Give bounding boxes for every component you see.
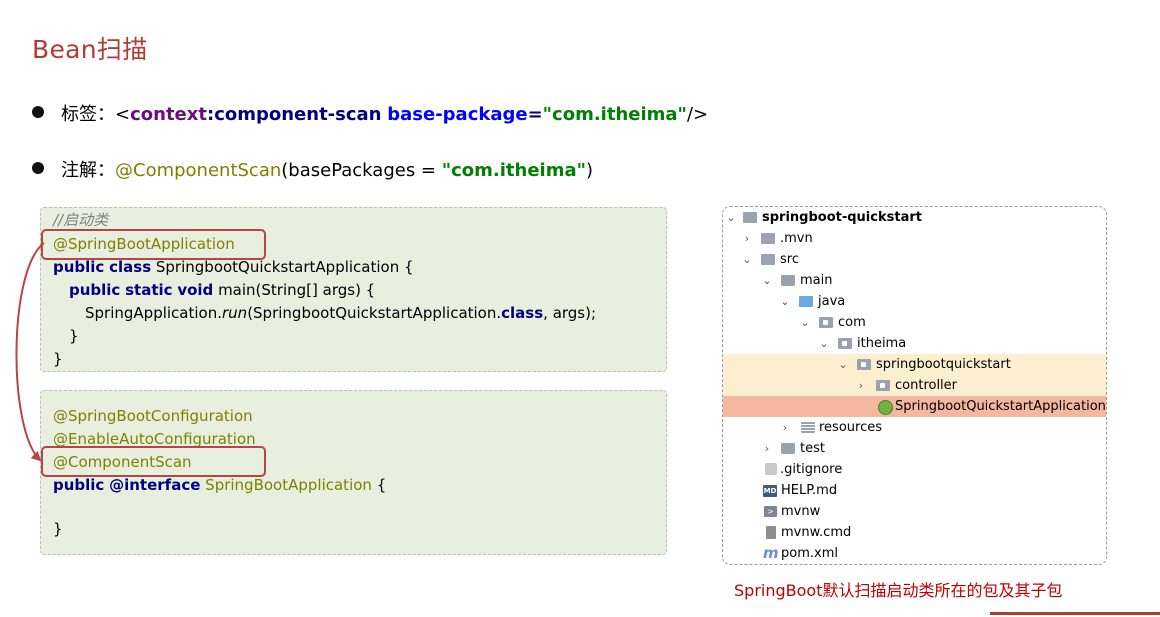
- tree-row-java[interactable]: ⌄ java: [723, 291, 1106, 312]
- tree-row-mvn[interactable]: › .mvn: [723, 228, 1106, 249]
- chevron-down-icon[interactable]: ⌄: [741, 249, 753, 270]
- package-icon: [876, 380, 890, 391]
- gitignore-file-icon: [765, 463, 777, 475]
- tree-label: test: [800, 441, 825, 456]
- project-tree: ⌄ springboot-quickstart › .mvn ⌄ src ⌄ m…: [722, 206, 1107, 565]
- source-folder-icon: [799, 296, 813, 307]
- chevron-right-icon[interactable]: ›: [741, 228, 753, 249]
- tree-label: springboot-quickstart: [762, 210, 922, 225]
- folder-icon: [781, 275, 795, 286]
- folder-icon: [761, 233, 775, 244]
- chevron-down-icon[interactable]: ⌄: [837, 354, 849, 375]
- tree-row-src[interactable]: ⌄ src: [723, 249, 1106, 270]
- tree-row-com[interactable]: ⌄ com: [723, 312, 1106, 333]
- chevron-down-icon[interactable]: ⌄: [818, 333, 830, 354]
- folder-icon: [761, 254, 775, 265]
- tree-row-application-class[interactable]: SpringbootQuickstartApplication: [723, 396, 1106, 417]
- tree-row-test[interactable]: › test: [723, 438, 1106, 459]
- maven-icon: m: [763, 544, 779, 562]
- tree-label: itheima: [857, 336, 907, 351]
- chevron-right-icon[interactable]: ›: [855, 375, 867, 396]
- chevron-right-icon[interactable]: ›: [779, 417, 791, 438]
- tree-row-springbootquickstart[interactable]: ⌄ springbootquickstart: [723, 354, 1106, 375]
- tree-label: resources: [819, 420, 883, 435]
- chevron-down-icon[interactable]: ⌄: [761, 270, 773, 291]
- chevron-down-icon[interactable]: ⌄: [725, 207, 737, 228]
- tree-row-itheima[interactable]: ⌄ itheima: [723, 333, 1106, 354]
- markdown-file-icon: MD: [763, 485, 777, 497]
- tree-label: HELP.md: [781, 483, 838, 498]
- tree-row-gitignore[interactable]: .gitignore: [723, 459, 1106, 480]
- tree-label: mvnw.cmd: [781, 525, 852, 540]
- tree-label: SpringbootQuickstartApplication: [895, 399, 1106, 414]
- package-icon: [838, 338, 852, 349]
- tree-label: java: [818, 294, 846, 309]
- tree-label: mvnw: [781, 504, 821, 519]
- module-folder-icon: [743, 212, 757, 223]
- chevron-down-icon[interactable]: ⌄: [779, 291, 791, 312]
- terminal-file-icon: >: [764, 506, 777, 517]
- package-icon: [857, 359, 871, 370]
- resources-folder-icon: [801, 422, 815, 433]
- tree-label: controller: [895, 378, 958, 393]
- chevron-down-icon[interactable]: ⌄: [799, 312, 811, 333]
- tree-row-resources[interactable]: › resources: [723, 417, 1106, 438]
- tree-label: .mvn: [780, 231, 813, 246]
- package-icon: [819, 317, 833, 328]
- spring-class-icon: [878, 400, 893, 415]
- tree-row-mvnw-cmd[interactable]: mvnw.cmd: [723, 522, 1106, 543]
- tree-label: .gitignore: [780, 462, 843, 477]
- text-file-icon: [766, 526, 776, 539]
- tree-row-root[interactable]: ⌄ springboot-quickstart: [723, 207, 1106, 228]
- tree-label: main: [800, 273, 833, 288]
- tree-caption: SpringBoot默认扫描启动类所在的包及其子包: [734, 581, 1063, 600]
- tree-row-pom[interactable]: m pom.xml: [723, 543, 1106, 564]
- tree-label: pom.xml: [781, 546, 838, 561]
- tree-label: src: [780, 252, 799, 267]
- tree-row-main[interactable]: ⌄ main: [723, 270, 1106, 291]
- tree-label: springbootquickstart: [876, 357, 1011, 372]
- tree-row-mvnw[interactable]: > mvnw: [723, 501, 1106, 522]
- decorative-bottom-line: [990, 612, 1160, 615]
- tree-row-help-md[interactable]: MD HELP.md: [723, 480, 1106, 501]
- chevron-right-icon[interactable]: ›: [761, 438, 773, 459]
- tree-row-controller[interactable]: › controller: [723, 375, 1106, 396]
- folder-icon: [781, 443, 795, 454]
- tree-label: com: [838, 315, 866, 330]
